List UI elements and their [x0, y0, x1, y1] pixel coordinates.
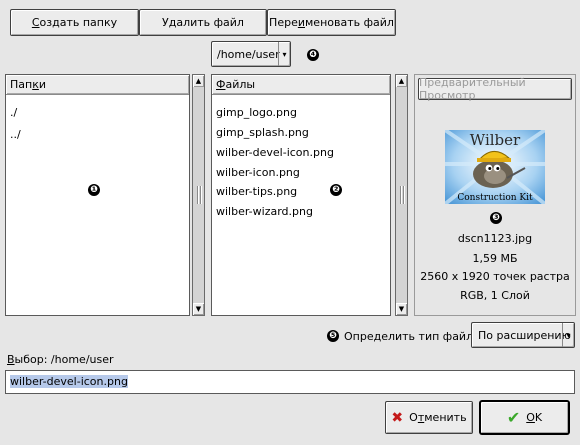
- preview-button[interactable]: Предварительный Просмотр: [418, 76, 572, 102]
- callout-marker-3: ❸: [490, 212, 502, 224]
- thumbnail-caption: Construction Kit: [457, 193, 533, 203]
- scroll-up-icon[interactable]: ▲: [193, 75, 204, 87]
- chevron-down-icon: ▾: [562, 323, 574, 347]
- file-item[interactable]: gimp_logo.png: [216, 103, 297, 123]
- selection-input[interactable]: wilber-devel-icon.png: [5, 370, 575, 394]
- scroll-down-icon[interactable]: ▼: [396, 303, 407, 315]
- file-item[interactable]: wilber-wizard.png: [216, 202, 313, 222]
- selection-input-text: wilber-devel-icon.png: [10, 375, 128, 388]
- files-panel[interactable]: Файлы gimp_logo.png gimp_splash.png wilb…: [211, 74, 391, 316]
- callout-marker-2: ❷: [330, 184, 342, 196]
- create-folder-button[interactable]: Создать папку: [10, 9, 139, 36]
- delete-file-label: Удалить файл: [162, 16, 244, 29]
- preview-thumbnail: Wilber Construction Kit: [445, 130, 545, 204]
- cancel-button[interactable]: ✖ Отменить: [385, 401, 473, 434]
- rename-file-label: Переименовать файл: [269, 16, 394, 29]
- path-dropdown-value: /home/user: [217, 47, 280, 61]
- ok-label: OK: [526, 411, 543, 424]
- filetype-dropdown-value: По расширению: [478, 328, 571, 342]
- filetype-label: Определить тип файла:: [344, 330, 484, 343]
- preview-filename: dscn1123.jpg: [457, 232, 533, 245]
- thumbnail-title: Wilber: [469, 131, 521, 149]
- delete-file-button[interactable]: Удалить файл: [139, 9, 267, 36]
- cancel-icon: ✖: [391, 409, 404, 426]
- path-dropdown[interactable]: /home/user ▾: [211, 41, 291, 67]
- preview-mode: RGB, 1 Слой: [460, 289, 530, 302]
- files-header-label: Файлы: [216, 78, 256, 91]
- folders-column-header[interactable]: Папки: [6, 75, 189, 95]
- ok-icon: ✔: [506, 408, 521, 427]
- folders-panel[interactable]: Папки ./ ../ ❶: [5, 74, 190, 316]
- folder-item-parent[interactable]: ../: [10, 125, 21, 145]
- callout-marker-1: ❶: [88, 184, 100, 196]
- file-item[interactable]: wilber-devel-icon.png: [216, 143, 334, 163]
- preview-filesize: 1,59 МБ: [472, 252, 518, 265]
- create-folder-label: Создать папку: [31, 16, 118, 29]
- pane-resize-grip-right[interactable]: [399, 186, 407, 204]
- folders-header-label: Папки: [10, 78, 47, 91]
- rename-file-button[interactable]: Переименовать файл: [267, 9, 396, 36]
- callout-marker-5: ❺: [327, 330, 339, 342]
- folder-item-current[interactable]: ./: [10, 103, 17, 123]
- preview-button-label: Предварительный Просмотр: [419, 76, 526, 102]
- filetype-dropdown[interactable]: По расширению ▾: [471, 322, 575, 348]
- ok-button[interactable]: ✔ OK: [480, 401, 569, 434]
- file-item[interactable]: wilber-tips.png: [216, 182, 297, 202]
- pane-resize-grip-left[interactable]: [196, 186, 204, 204]
- preview-panel: Предварительный Просмотр Wilber Construc…: [414, 74, 576, 316]
- scroll-up-icon[interactable]: ▲: [396, 75, 407, 87]
- file-item[interactable]: gimp_splash.png: [216, 123, 309, 143]
- cancel-label: Отменить: [409, 411, 467, 424]
- selection-label: Выбор: /home/user: [7, 353, 114, 366]
- file-item[interactable]: wilber-icon.png: [216, 163, 300, 183]
- callout-marker-4: ❹: [307, 49, 319, 61]
- files-column-header[interactable]: Файлы: [212, 75, 390, 95]
- chevron-down-icon: ▾: [278, 42, 290, 66]
- scroll-down-icon[interactable]: ▼: [193, 303, 204, 315]
- preview-dimensions: 2560 x 1920 точек растра: [420, 270, 570, 283]
